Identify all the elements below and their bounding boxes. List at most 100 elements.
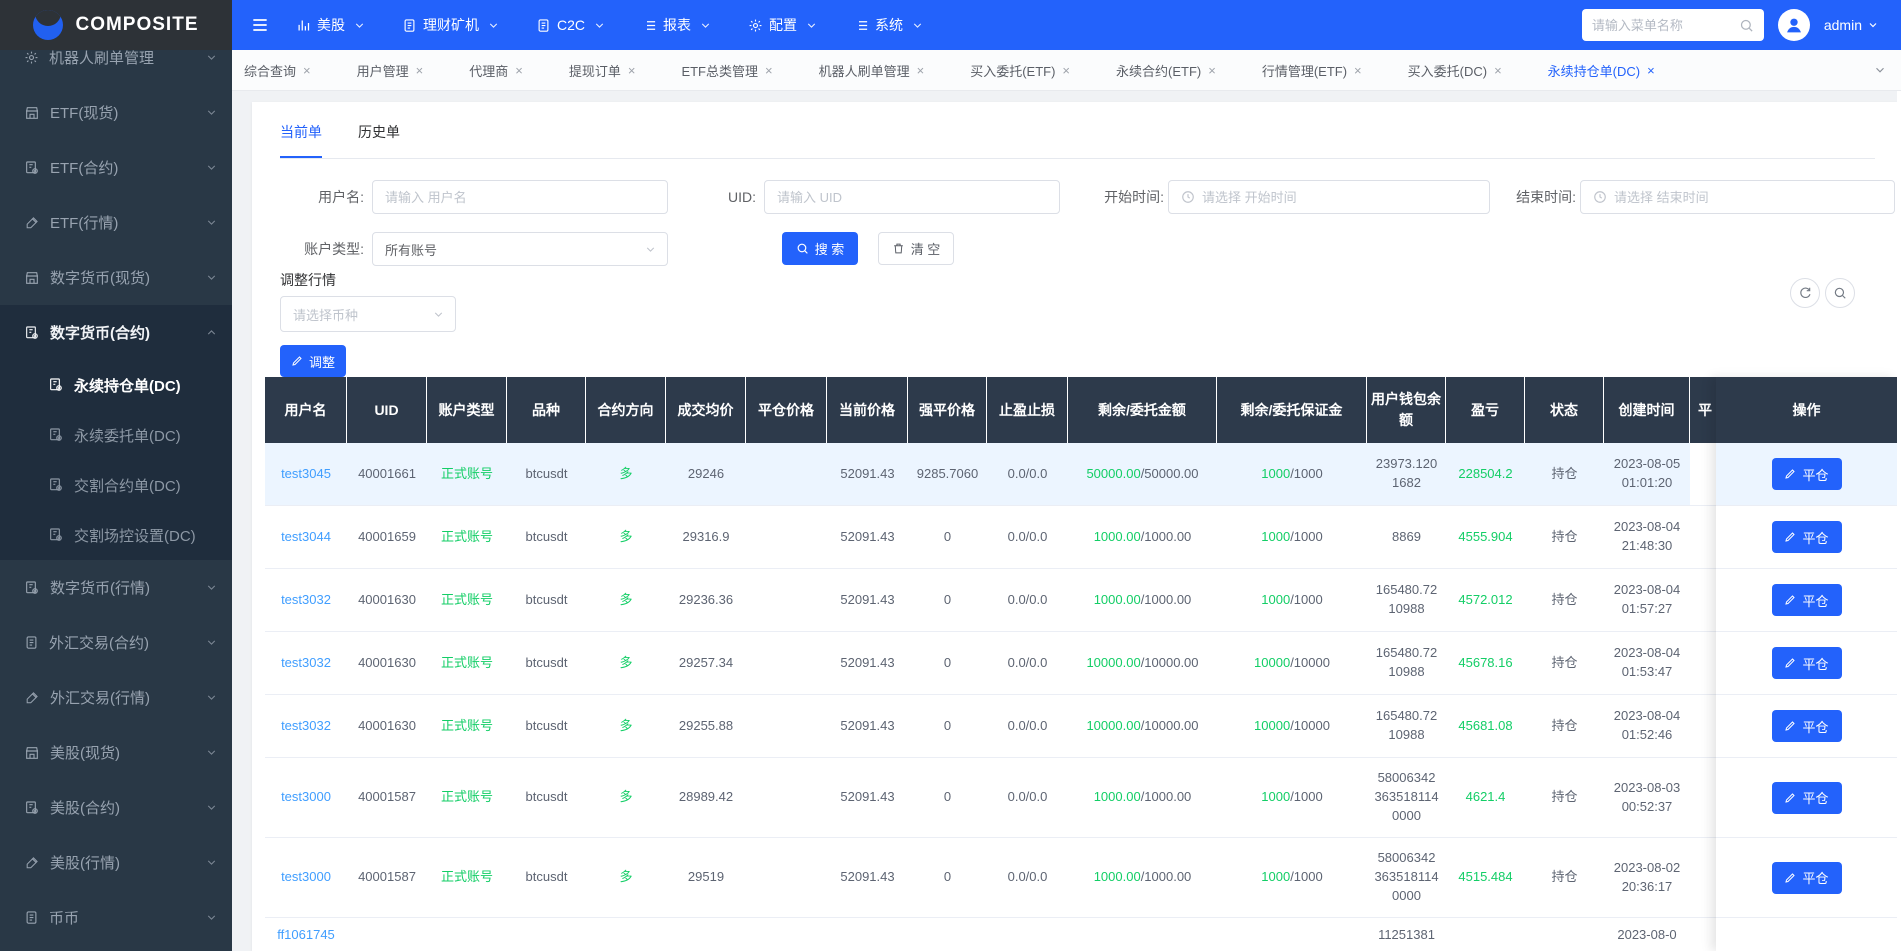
route-tab-10[interactable]: 永续持仓单(DC) × (1548, 61, 1655, 80)
username-link[interactable]: test3044 (265, 506, 347, 568)
sidebar-item-11[interactable]: 美股(行情) (0, 835, 232, 890)
username-link[interactable]: test3032 (265, 695, 347, 757)
menu-search-input[interactable] (1591, 17, 1739, 33)
close-tab-icon[interactable]: × (1062, 64, 1070, 77)
sidebar-item-5[interactable]: 数字货币(合约) (0, 305, 232, 360)
sidebar-subitem-label: 永续委托单(DC) (74, 427, 181, 445)
close-position-button[interactable]: 平仓 (1771, 458, 1842, 490)
start-time-input[interactable] (1202, 189, 1477, 205)
close-tab-icon[interactable]: × (515, 64, 523, 77)
username-link[interactable]: ff1061745 (265, 918, 347, 951)
topbar-right: admin (1581, 9, 1901, 41)
nav-item-3[interactable]: 报表 (642, 15, 712, 35)
close-tab-icon[interactable]: × (303, 64, 311, 77)
nav-item-1[interactable]: 理财矿机 (402, 15, 500, 35)
route-tab-9[interactable]: 买入委托(DC) × (1408, 61, 1502, 80)
amount-cell (1068, 918, 1217, 951)
chevron-down-icon (205, 581, 218, 594)
edit-icon (24, 855, 40, 871)
tab-current-orders[interactable]: 当前单 (280, 122, 322, 158)
start-time-field[interactable] (1168, 180, 1490, 214)
user-avatar[interactable] (1777, 9, 1810, 41)
close-tab-icon[interactable]: × (628, 64, 636, 77)
username-field[interactable] (372, 180, 668, 214)
close-tab-icon[interactable]: × (1208, 64, 1216, 77)
route-tab-3[interactable]: 提现订单 × (569, 61, 636, 80)
uid-field[interactable] (764, 180, 1060, 214)
pen-icon (1784, 531, 1796, 543)
sidebar-item-0[interactable]: 机器人刷单管理 (0, 50, 232, 85)
tabbar-chevron-down-icon[interactable] (1873, 63, 1887, 77)
search-button[interactable]: 搜 索 (782, 232, 858, 265)
sidebar-item-10[interactable]: 美股(合约) (0, 780, 232, 835)
close-position-button[interactable]: 平仓 (1771, 781, 1842, 814)
end-time-field[interactable] (1580, 180, 1895, 214)
route-tab-2[interactable]: 代理商 × (469, 61, 523, 80)
close-position-button[interactable]: 平仓 (1771, 710, 1842, 742)
topbar: COMPOSITE 美股 理财矿机 C2C 报表 配置 系统 admin (0, 0, 1901, 50)
username-link[interactable]: test3032 (265, 569, 347, 631)
action-column-header: 操作 (1716, 377, 1897, 443)
close-tab-icon[interactable]: × (416, 64, 424, 77)
coin-select[interactable]: 请选择币种 (280, 296, 456, 332)
route-tab-1[interactable]: 用户管理 × (357, 61, 424, 80)
menu-search-box[interactable] (1581, 9, 1764, 41)
sidebar-subitem-5-0[interactable]: 永续持仓单(DC) (0, 360, 232, 410)
current-price-cell: 52091.43 (840, 528, 895, 544)
username-link[interactable]: test3032 (265, 632, 347, 694)
route-tab-0[interactable]: 综合查询 × (244, 61, 311, 80)
sidebar-item-3[interactable]: ETF(行情) (0, 195, 232, 250)
hamburger-menu-icon[interactable] (250, 15, 270, 35)
route-tab-5[interactable]: 机器人刷单管理 × (819, 61, 925, 80)
username-link[interactable]: test3000 (265, 838, 347, 917)
sidebar-item-1[interactable]: ETF(现货) (0, 85, 232, 140)
nav-item-5[interactable]: 系统 (854, 15, 924, 35)
sidebar-item-6[interactable]: 数字货币(行情) (0, 560, 232, 615)
chevron-down-icon (205, 636, 218, 649)
route-tab-6[interactable]: 买入委托(ETF) × (970, 61, 1070, 80)
table-row-6: test3000 40001587 正式账号 btcusdt 多 29519 52091.4… (265, 838, 1716, 918)
username-link[interactable]: test3045 (265, 443, 347, 505)
account-type-select[interactable]: 所有账号 (372, 232, 668, 266)
username-link[interactable]: test3000 (265, 758, 347, 837)
sidebar-item-8[interactable]: 外汇交易(行情) (0, 670, 232, 725)
refresh-button[interactable] (1790, 278, 1820, 308)
close-position-button[interactable]: 平仓 (1771, 584, 1842, 616)
sidebar-subitem-5-3[interactable]: 交割场控设置(DC) (0, 510, 232, 560)
admin-dropdown[interactable]: admin (1824, 17, 1879, 33)
tab-history-orders[interactable]: 历史单 (358, 122, 400, 158)
end-time-input[interactable] (1614, 189, 1882, 205)
adjust-button[interactable]: 调整 (280, 345, 346, 377)
page-scrollbar[interactable] (1897, 50, 1901, 951)
sidebar-menu: 机器人刷单管理 ETF(现货) ETF(合约) ETF(行情) 数字货币(现货) 数字货币… (0, 50, 232, 945)
sidebar-item-12[interactable]: 币币 (0, 890, 232, 945)
route-tab-8[interactable]: 行情管理(ETF) × (1262, 61, 1362, 80)
chart-icon (296, 18, 311, 33)
close-tab-icon[interactable]: × (1354, 64, 1362, 77)
doc-gear-icon (24, 580, 40, 596)
close-tab-icon[interactable]: × (765, 64, 773, 77)
close-position-button[interactable]: 平仓 (1771, 647, 1842, 679)
wallet-cell: 165480.7210988 (1375, 582, 1438, 616)
sidebar-item-9[interactable]: 美股(现货) (0, 725, 232, 780)
sidebar-item-7[interactable]: 外汇交易(合约) (0, 615, 232, 670)
nav-item-0[interactable]: 美股 (296, 15, 366, 35)
sidebar-subitem-5-1[interactable]: 永续委托单(DC) (0, 410, 232, 460)
close-position-button[interactable]: 平仓 (1771, 861, 1842, 894)
sidebar-subitem-5-2[interactable]: 交割合约单(DC) (0, 460, 232, 510)
clear-button[interactable]: 清 空 (878, 232, 954, 265)
status-cell: 持仓 (1551, 591, 1578, 607)
nav-item-4[interactable]: 配置 (748, 15, 818, 35)
uid-input[interactable] (777, 189, 1047, 205)
close-position-button[interactable]: 平仓 (1771, 521, 1842, 553)
route-tab-4[interactable]: ETF总类管理 × (681, 61, 772, 80)
username-input[interactable] (385, 189, 655, 205)
close-tab-icon[interactable]: × (917, 64, 925, 77)
sidebar-item-2[interactable]: ETF(合约) (0, 140, 232, 195)
nav-item-2[interactable]: C2C (536, 17, 606, 33)
close-tab-icon[interactable]: × (1647, 64, 1655, 77)
table-search-button[interactable] (1825, 278, 1855, 308)
close-tab-icon[interactable]: × (1494, 64, 1502, 77)
sidebar-item-4[interactable]: 数字货币(现货) (0, 250, 232, 305)
route-tab-7[interactable]: 永续合约(ETF) × (1116, 61, 1216, 80)
